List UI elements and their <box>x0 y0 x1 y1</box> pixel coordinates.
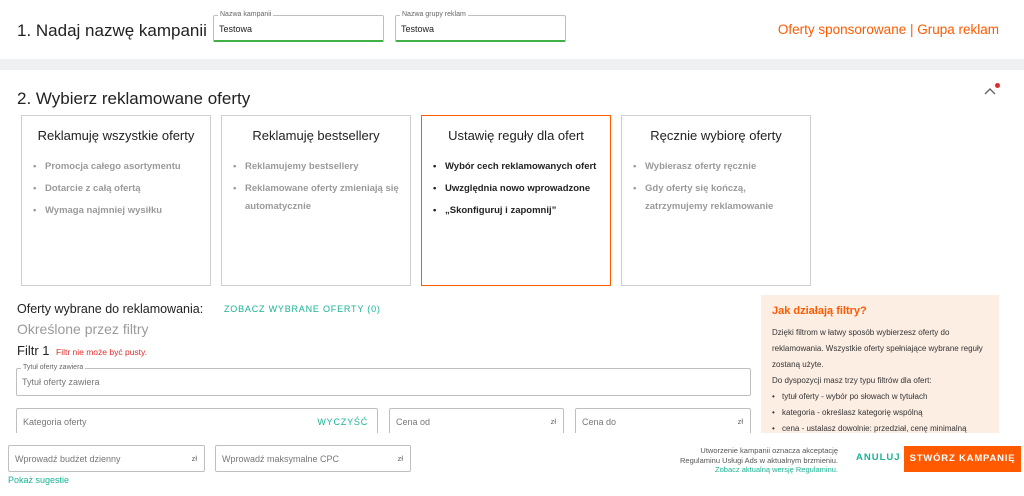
max-cpc-field[interactable]: Wprowadź maksymalne CPC zł <box>215 445 411 472</box>
option-bullet: Uwzględnia nowo wprowadzone <box>431 180 604 198</box>
selected-offers-label: Oferty wybrane do reklamowania: <box>17 302 204 316</box>
help-paragraph: Do dyspozycji masz trzy typu filtrów dla… <box>772 376 932 385</box>
bottom-action-bar: Wprowadź budżet dzienny zł Wprowadź maks… <box>0 433 1024 496</box>
offer-title-field[interactable]: Tytuł oferty zawiera Tytuł oferty zawier… <box>16 363 751 396</box>
option-bullets: Reklamujemy bestsellery Reklamowane ofer… <box>231 158 404 220</box>
filters-subtitle: Określone przez filtry <box>17 321 149 337</box>
show-suggestions-link[interactable]: Pokaż sugestie <box>8 475 69 485</box>
terms-line: Utworzenie kampanii oznacza akceptację <box>700 446 838 455</box>
step1-title: 1. Nadaj nazwę kampanii <box>17 21 207 40</box>
clear-category-button[interactable]: WYCZYŚĆ <box>317 417 368 427</box>
campaign-name-field[interactable]: Nazwa kampanii Testowa <box>213 10 384 42</box>
offer-title-label: Tytuł oferty zawiera <box>21 363 86 373</box>
option-bullet: Dotarcie z całą ofertą <box>31 180 204 198</box>
ad-group-name-value[interactable]: Testowa <box>401 24 434 34</box>
header-breadcrumb-link[interactable]: Oferty sponsorowane | Grupa reklam <box>778 22 999 37</box>
collapse-button[interactable] <box>983 83 1000 98</box>
currency-label: zł <box>737 417 743 426</box>
option-bestsellers[interactable]: Reklamuję bestsellery Reklamujemy bestse… <box>221 115 411 286</box>
help-list: tytuł oferty - wybór po słowach w tytuła… <box>772 389 995 433</box>
price-to-placeholder: Cena do <box>582 417 617 427</box>
currency-label: zł <box>397 454 403 463</box>
create-campaign-button[interactable]: STWÓRZ KAMPANIĘ <box>904 446 1021 472</box>
step2-card: 2. Wybierz reklamowane oferty Reklamuję … <box>0 70 1024 433</box>
step2-title: 2. Wybierz reklamowane oferty <box>17 89 251 108</box>
option-bullet: Reklamujemy bestsellery <box>231 158 404 176</box>
help-list-item: cena - ustalasz dowolnie: przedział, cen… <box>772 421 995 433</box>
help-list-item: tytuł oferty - wybór po słowach w tytuła… <box>772 389 995 405</box>
option-bullets: Promocja całego asortymentu Dotarcie z c… <box>31 158 204 224</box>
cancel-button[interactable]: ANULUJ <box>856 452 901 463</box>
category-placeholder: Kategoria oferty <box>23 417 87 427</box>
option-bullet: „Skonfiguruj i zapomnij” <box>431 202 604 220</box>
max-cpc-placeholder: Wprowadź maksymalne CPC <box>222 454 340 464</box>
filter-error-message: Filtr nie może być pusty. <box>56 347 148 357</box>
daily-budget-field[interactable]: Wprowadź budżet dzienny zł <box>8 445 205 472</box>
option-rules[interactable]: Ustawię reguły dla ofert Wybór cech rekl… <box>421 115 611 286</box>
ad-group-name-label: Nazwa grupy reklam <box>400 10 468 20</box>
option-bullets: Wybierasz oferty ręcznie Gdy oferty się … <box>631 158 804 220</box>
option-title: Reklamuję bestsellery <box>252 128 380 143</box>
terms-notice: Utworzenie kampanii oznacza akceptację R… <box>680 446 838 475</box>
option-title: Reklamuję wszystkie oferty <box>37 128 195 143</box>
option-manual[interactable]: Ręcznie wybiorę oferty Wybierasz oferty … <box>621 115 811 286</box>
currency-label: zł <box>191 454 197 463</box>
currency-label: zł <box>550 417 556 426</box>
category-field[interactable]: Kategoria oferty WYCZYŚĆ <box>16 408 378 433</box>
price-from-field[interactable]: Cena od zł <box>389 408 564 433</box>
ad-group-name-field[interactable]: Nazwa grupy reklam Testowa <box>395 10 566 42</box>
help-title: Jak działają filtry? <box>772 305 867 317</box>
option-bullet: Wybierasz oferty ręcznie <box>631 158 804 176</box>
daily-budget-placeholder: Wprowadź budżet dzienny <box>15 454 121 464</box>
help-text: Dzięki filtrom w łatwy sposób wybierzesz… <box>772 325 991 389</box>
filters-help-panel: Jak działają filtry? Dzięki filtrom w ła… <box>761 295 999 433</box>
step1-card: 1. Nadaj nazwę kampanii Nazwa kampanii T… <box>0 0 1024 59</box>
filter-heading: Filtr 1 <box>17 343 50 358</box>
terms-line: Regulaminu Usługi Ads w aktualnym brzmie… <box>680 455 838 465</box>
offer-title-placeholder[interactable]: Tytuł oferty zawiera <box>22 377 100 387</box>
notification-dot-icon <box>995 83 1000 88</box>
price-from-placeholder: Cena od <box>396 417 431 427</box>
option-title: Ręcznie wybiorę oferty <box>650 128 782 143</box>
option-all-offers[interactable]: Reklamuję wszystkie oferty Promocja całe… <box>21 115 211 286</box>
view-selected-offers-link[interactable]: ZOBACZ WYBRANE OFERTY (0) <box>224 304 381 314</box>
campaign-name-value[interactable]: Testowa <box>219 24 252 34</box>
option-bullet: Gdy oferty się kończą, zatrzymujemy rekl… <box>631 180 804 216</box>
help-list-item: kategoria - określasz kategorię wspólną <box>772 405 995 421</box>
campaign-name-label: Nazwa kampanii <box>218 10 274 20</box>
terms-link[interactable]: Zobacz aktualną wersję Regulaminu. <box>680 465 838 475</box>
option-title: Ustawię reguły dla ofert <box>448 128 584 143</box>
price-to-field[interactable]: Cena do zł <box>575 408 751 433</box>
option-bullet: Wymaga najmniej wysiłku <box>31 202 204 220</box>
option-bullet: Promocja całego asortymentu <box>31 158 204 176</box>
option-bullet: Wybór cech reklamowanych ofert <box>431 158 604 176</box>
option-bullets: Wybór cech reklamowanych ofert Uwzględni… <box>431 158 604 224</box>
help-paragraph: Dzięki filtrom w łatwy sposób wybierzesz… <box>772 328 983 369</box>
option-bullet: Reklamowane oferty zmieniają się automat… <box>231 180 404 216</box>
